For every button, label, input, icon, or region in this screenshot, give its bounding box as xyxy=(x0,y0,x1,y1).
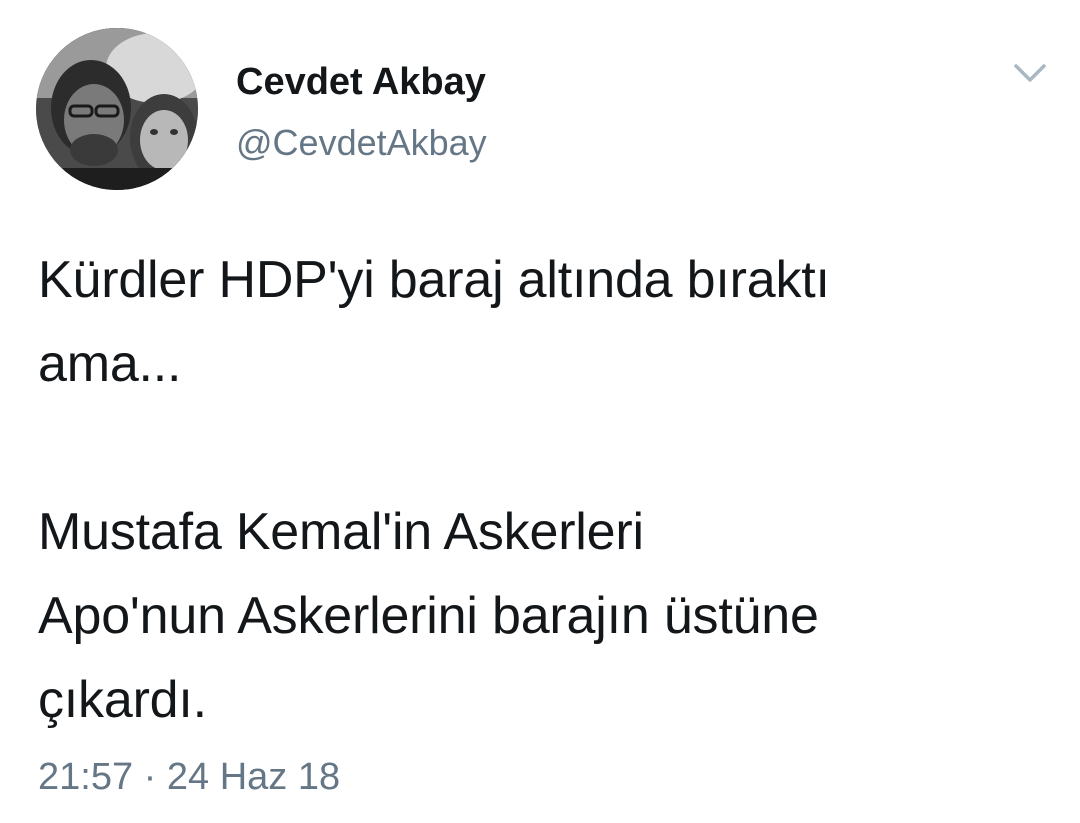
avatar[interactable] xyxy=(36,28,198,190)
author-handle[interactable]: @CevdetAkbay xyxy=(236,120,487,166)
avatar-photo-icon xyxy=(36,28,198,190)
author-display-name[interactable]: Cevdet Akbay xyxy=(236,58,486,106)
tweet-timestamp[interactable]: 21:57 · 24 Haz 18 xyxy=(38,752,340,802)
chevron-down-icon xyxy=(1014,64,1046,82)
tweet-menu-button[interactable] xyxy=(1010,58,1050,88)
tweet-card: Cevdet Akbay @CevdetAkbay Kürdler HDP'yi… xyxy=(0,0,1080,823)
tweet-text: Kürdler HDP'yi baraj altında bıraktı ama… xyxy=(38,251,830,729)
